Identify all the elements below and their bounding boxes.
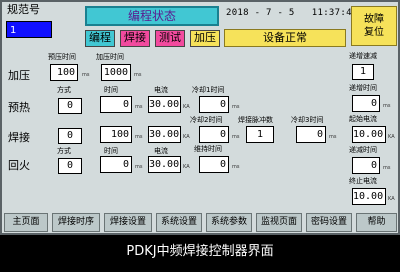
increment-rate-label: 递增速减 [349,52,377,60]
mode-test-button[interactable]: 测试 [155,30,185,47]
mode-pressurize-button[interactable]: 加压 [190,30,220,47]
cool2-time-label: 冷却2时间 [190,116,223,124]
preheat-current-unit: KA [183,104,190,110]
start-current-label: 起始电流 [349,115,377,123]
weld-current-input[interactable]: 30.00 [148,126,181,143]
current-label: 电流 [154,86,168,94]
ramp-up-time-unit: ms [383,103,391,109]
prepress-time-input[interactable]: 100 [50,64,78,81]
method-label: 方式 [57,86,71,94]
program-status-title: 编程状态 [85,6,219,26]
cool1-time-label: 冷却1时间 [192,86,225,94]
end-current-label: 终止电流 [349,177,377,185]
prepress-time-label: 预压时间 [48,53,76,61]
mode-weld-button[interactable]: 焊接 [120,30,150,47]
nav-system-settings[interactable]: 系统设置 [156,213,202,232]
weld-method-input[interactable]: 0 [58,128,82,144]
preheat-time-input[interactable]: 0 [100,96,132,113]
reset-label-line2: 复位 [364,27,384,38]
reset-label-line1: 故障 [364,14,384,25]
hold-time-label: 维持时间 [194,145,222,153]
hold-time-unit: ms [232,164,240,170]
datetime-display: 2018 - 7 - 5 11:37:48 [226,8,358,18]
anneal-time-label: 时间 [104,147,118,155]
anneal-current-unit: KA [183,164,190,170]
nav-main-page[interactable]: 主页面 [4,213,48,232]
cool1-time-input[interactable]: 0 [199,96,229,113]
cool3-time-input[interactable]: 0 [296,126,326,143]
weld-current-unit: KA [183,134,190,140]
press-time-label: 加压时间 [96,53,124,61]
weld-pulse-count-input[interactable]: 1 [246,126,274,143]
end-current-input[interactable]: 10.00 [352,188,386,205]
start-current-unit: KA [388,134,395,140]
ramp-down-time-unit: ms [383,165,391,171]
preheat-time-unit: ms [135,104,143,110]
row-label-anneal: 回火 [8,159,30,172]
anneal-method-input[interactable]: 0 [58,158,82,174]
anneal-current-input[interactable]: 30.00 [148,156,181,173]
anneal-time-input[interactable]: 0 [100,156,132,173]
image-caption: PDKJ中频焊接控制器界面 [0,235,400,272]
ramp-down-time-label: 递减时间 [349,146,377,154]
hmi-screen: 规范号 1 编程状态 2018 - 7 - 5 11:37:48 编程 焊接 测… [0,0,400,235]
cool1-time-unit: ms [232,104,240,110]
bottom-nav: 主页面 焊接时序 焊接设置 系统设置 系统参数 监视页面 密码设置 帮助 [4,213,397,233]
nav-password-settings[interactable]: 密码设置 [306,213,352,232]
preheat-method-input[interactable]: 0 [58,98,82,114]
press-time-input[interactable]: 1000 [101,64,131,81]
row-label-pressurize: 加压 [8,69,30,82]
row-label-weld: 焊接 [8,131,30,144]
cool2-time-unit: ms [232,134,240,140]
weld-pulse-count-label: 焊接脉冲数 [238,116,273,124]
anneal-method-label: 方式 [57,147,71,155]
nav-weld-sequence[interactable]: 焊接时序 [52,213,100,232]
ramp-down-time-input[interactable]: 0 [352,157,380,174]
nav-help[interactable]: 帮助 [356,213,397,232]
start-current-input[interactable]: 10.00 [352,126,386,143]
time-label: 时间 [104,86,118,94]
increment-rate-input[interactable]: 1 [352,64,374,80]
press-time-unit: ms [134,72,142,78]
cool2-time-input[interactable]: 0 [199,126,229,143]
mode-program-button[interactable]: 编程 [85,30,115,47]
date-text: 2018 - 7 - 5 [226,8,295,18]
ramp-up-time-input[interactable]: 0 [352,95,380,112]
anneal-time-unit: ms [135,164,143,170]
spec-number-field[interactable]: 1 [6,21,52,38]
spec-number-label: 规范号 [7,3,40,16]
nav-monitor-page[interactable]: 监视页面 [256,213,302,232]
prepress-time-unit: ms [82,72,90,78]
device-status-indicator: 设备正常 [224,29,346,47]
row-label-preheat: 预热 [8,101,30,114]
weld-time-input[interactable]: 100 [100,126,132,143]
anneal-current-label: 电流 [154,147,168,155]
nav-system-params[interactable]: 系统参数 [206,213,252,232]
weld-time-unit: ms [135,134,143,140]
cool3-time-unit: ms [329,134,337,140]
nav-weld-settings[interactable]: 焊接设置 [104,213,152,232]
ramp-up-time-label: 递增时间 [349,84,377,92]
hold-time-input[interactable]: 0 [199,156,229,173]
fault-reset-button[interactable]: 故障 复位 [351,6,397,46]
cool3-time-label: 冷却3时间 [291,116,324,124]
end-current-unit: KA [388,196,395,202]
preheat-current-input[interactable]: 30.00 [148,96,181,113]
